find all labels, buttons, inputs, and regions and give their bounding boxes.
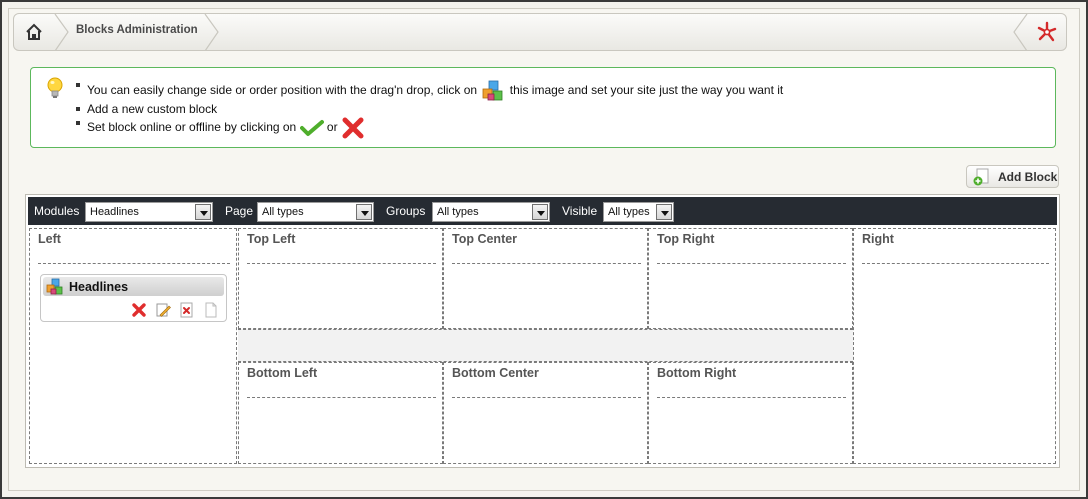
delete-icon [180, 302, 193, 318]
breadcrumb-current[interactable]: Blocks Administration [76, 24, 198, 36]
breadcrumb-bar: Blocks Administration [13, 13, 1067, 51]
groups-filter-label: Groups [386, 204, 426, 218]
modules-filter-label: Modules [34, 204, 80, 218]
red-x-icon [132, 303, 146, 317]
modules-filter-select[interactable]: Headlines [85, 202, 213, 222]
block-card-header[interactable]: Headlines [43, 277, 224, 296]
zone-divider [247, 263, 436, 264]
edit-button[interactable] [154, 302, 172, 318]
red-x-icon [342, 117, 364, 139]
groups-filter-select[interactable]: All types [432, 202, 550, 222]
zone-right[interactable]: Right [853, 228, 1056, 464]
info-box: You can easily change side or order posi… [30, 67, 1056, 148]
clone-button[interactable] [202, 302, 220, 318]
home-icon [26, 23, 42, 40]
info-text: this image and set your site just the wa… [509, 83, 784, 98]
zone-title: Top Right [657, 232, 715, 246]
visible-filter-value: All types [608, 206, 650, 218]
page-filter-select[interactable]: All types [257, 202, 374, 222]
zone-bottom-center[interactable]: Bottom Center [443, 362, 648, 464]
info-item-dragdrop: You can easily change side or order posi… [75, 78, 784, 102]
edit-icon [156, 303, 171, 317]
zone-divider [862, 263, 1049, 264]
zone-divider [657, 397, 846, 398]
breadcrumb-separator [204, 14, 219, 51]
zone-top-right[interactable]: Top Right [648, 228, 853, 329]
info-text: or [326, 120, 338, 135]
groups-filter-value: All types [437, 206, 479, 218]
info-item-add: Add a new custom block [75, 102, 783, 116]
zone-divider [247, 397, 436, 398]
chevron-down-icon [356, 204, 372, 220]
add-block-button[interactable]: Add Block [966, 165, 1059, 188]
add-block-label: Add Block [998, 169, 1058, 184]
delete-button[interactable] [178, 302, 196, 318]
block-title: Headlines [69, 279, 129, 294]
blocks-icon [46, 278, 63, 294]
settings-button[interactable] [1028, 14, 1066, 50]
info-text: Add a new custom block [87, 102, 218, 116]
zone-title: Right [862, 232, 894, 246]
visible-filter-select[interactable]: All types [603, 202, 674, 222]
zone-left[interactable]: Left [29, 228, 237, 464]
zone-divider [452, 263, 641, 264]
zone-divider [657, 263, 846, 264]
home-button[interactable] [14, 14, 54, 50]
zone-bottom-right[interactable]: Bottom Right [648, 362, 853, 464]
breadcrumb-separator [54, 14, 69, 51]
zone-title: Bottom Left [247, 366, 318, 380]
chevron-down-icon [656, 204, 672, 220]
info-list: You can easily change side or order posi… [75, 78, 784, 140]
offline-button[interactable] [130, 302, 148, 318]
block-card-headlines[interactable]: Headlines [40, 274, 227, 322]
zone-bottom-left[interactable]: Bottom Left [238, 362, 443, 464]
info-text: Set block online or offline by clicking … [87, 120, 297, 135]
info-text: You can easily change side or order posi… [87, 83, 478, 98]
zone-top-left[interactable]: Top Left [238, 228, 443, 329]
info-item-toggle: Set block online or offline by clicking … [75, 116, 783, 140]
chevron-down-icon [532, 204, 548, 220]
filter-bar: Modules Headlines Page All types Groups … [28, 197, 1057, 225]
lightbulb-icon [47, 77, 63, 98]
blocks-icon[interactable] [480, 80, 506, 102]
checkmark-icon [299, 120, 324, 136]
chevron-down-icon [195, 204, 211, 220]
zone-title: Bottom Center [452, 366, 539, 380]
zone-title: Top Left [247, 232, 296, 246]
page-icon [205, 302, 217, 318]
zone-divider [38, 263, 230, 264]
zone-title: Top Center [452, 232, 518, 246]
zone-title: Bottom Right [657, 366, 737, 380]
breadcrumb-separator [1013, 14, 1028, 51]
zone-divider [452, 397, 641, 398]
modules-filter-value: Headlines [90, 206, 139, 218]
page-filter-label: Page [225, 204, 254, 218]
settings-icon [1037, 21, 1057, 42]
visible-filter-label: Visible [562, 204, 598, 218]
add-page-icon [973, 168, 989, 185]
center-content-area [238, 329, 853, 362]
page-filter-value: All types [262, 206, 304, 218]
zone-top-center[interactable]: Top Center [443, 228, 648, 329]
block-actions [130, 302, 220, 318]
zone-title: Left [38, 232, 61, 246]
